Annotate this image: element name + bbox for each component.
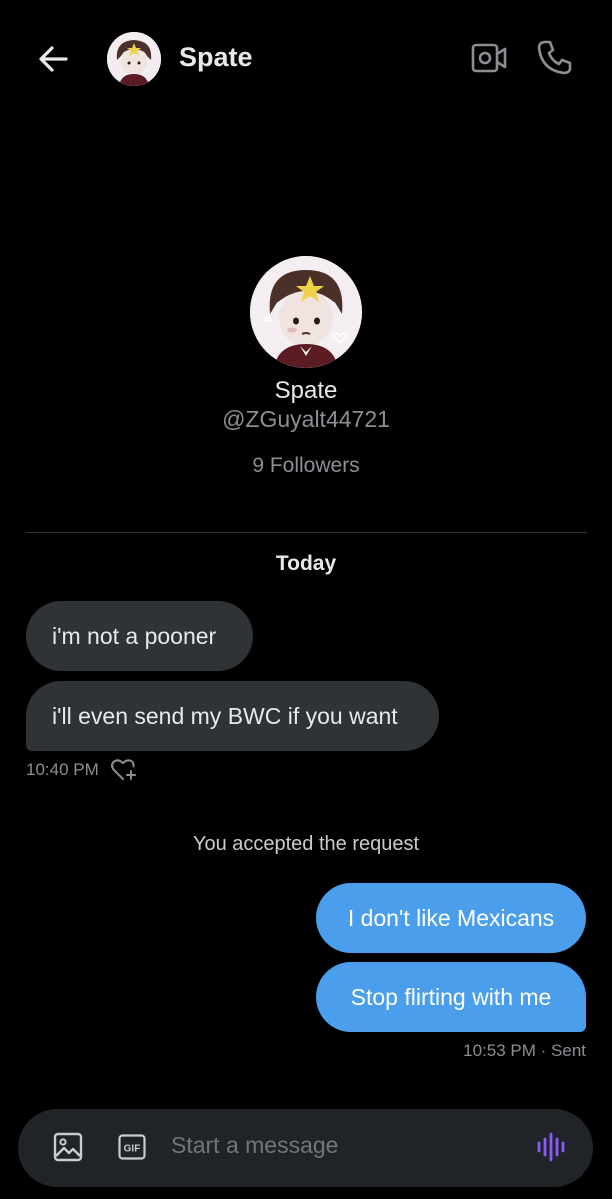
profile-handle[interactable]: @ZGuyalt44721 (0, 406, 612, 433)
back-arrow-icon[interactable] (36, 42, 70, 76)
request-accepted-notice: You accepted the request (192, 833, 420, 855)
gif-icon[interactable]: GIF (118, 1134, 146, 1160)
voice-message-icon[interactable] (535, 1131, 567, 1163)
add-reaction-icon[interactable] (110, 758, 138, 782)
video-call-icon[interactable] (470, 40, 508, 76)
outgoing-message[interactable]: Stop flirting with me (316, 962, 586, 1032)
incoming-message[interactable]: i'm not a pooner (26, 601, 253, 671)
message-timestamp: 10:40 PM (26, 760, 99, 779)
message-input[interactable] (171, 1132, 501, 1159)
sent-status: 10:53 PM · Sent (463, 1041, 586, 1060)
image-icon[interactable] (52, 1131, 84, 1163)
outgoing-message[interactable]: I don't like Mexicans (316, 883, 586, 953)
message-composer[interactable]: GIF (18, 1109, 593, 1187)
date-separator: Today (275, 552, 337, 575)
phone-call-icon[interactable] (536, 38, 572, 76)
profile-avatar[interactable] (250, 256, 362, 368)
gif-label: GIF (124, 1144, 141, 1155)
avatar[interactable] (107, 32, 161, 86)
profile-name[interactable]: Spate (0, 377, 612, 405)
followers-count: 9 Followers (252, 454, 360, 477)
incoming-message[interactable]: i'll even send my BWC if you want (26, 681, 439, 751)
conversation-header: Spate (0, 0, 612, 118)
conversation-title[interactable]: Spate (179, 42, 253, 73)
divider (26, 532, 587, 533)
